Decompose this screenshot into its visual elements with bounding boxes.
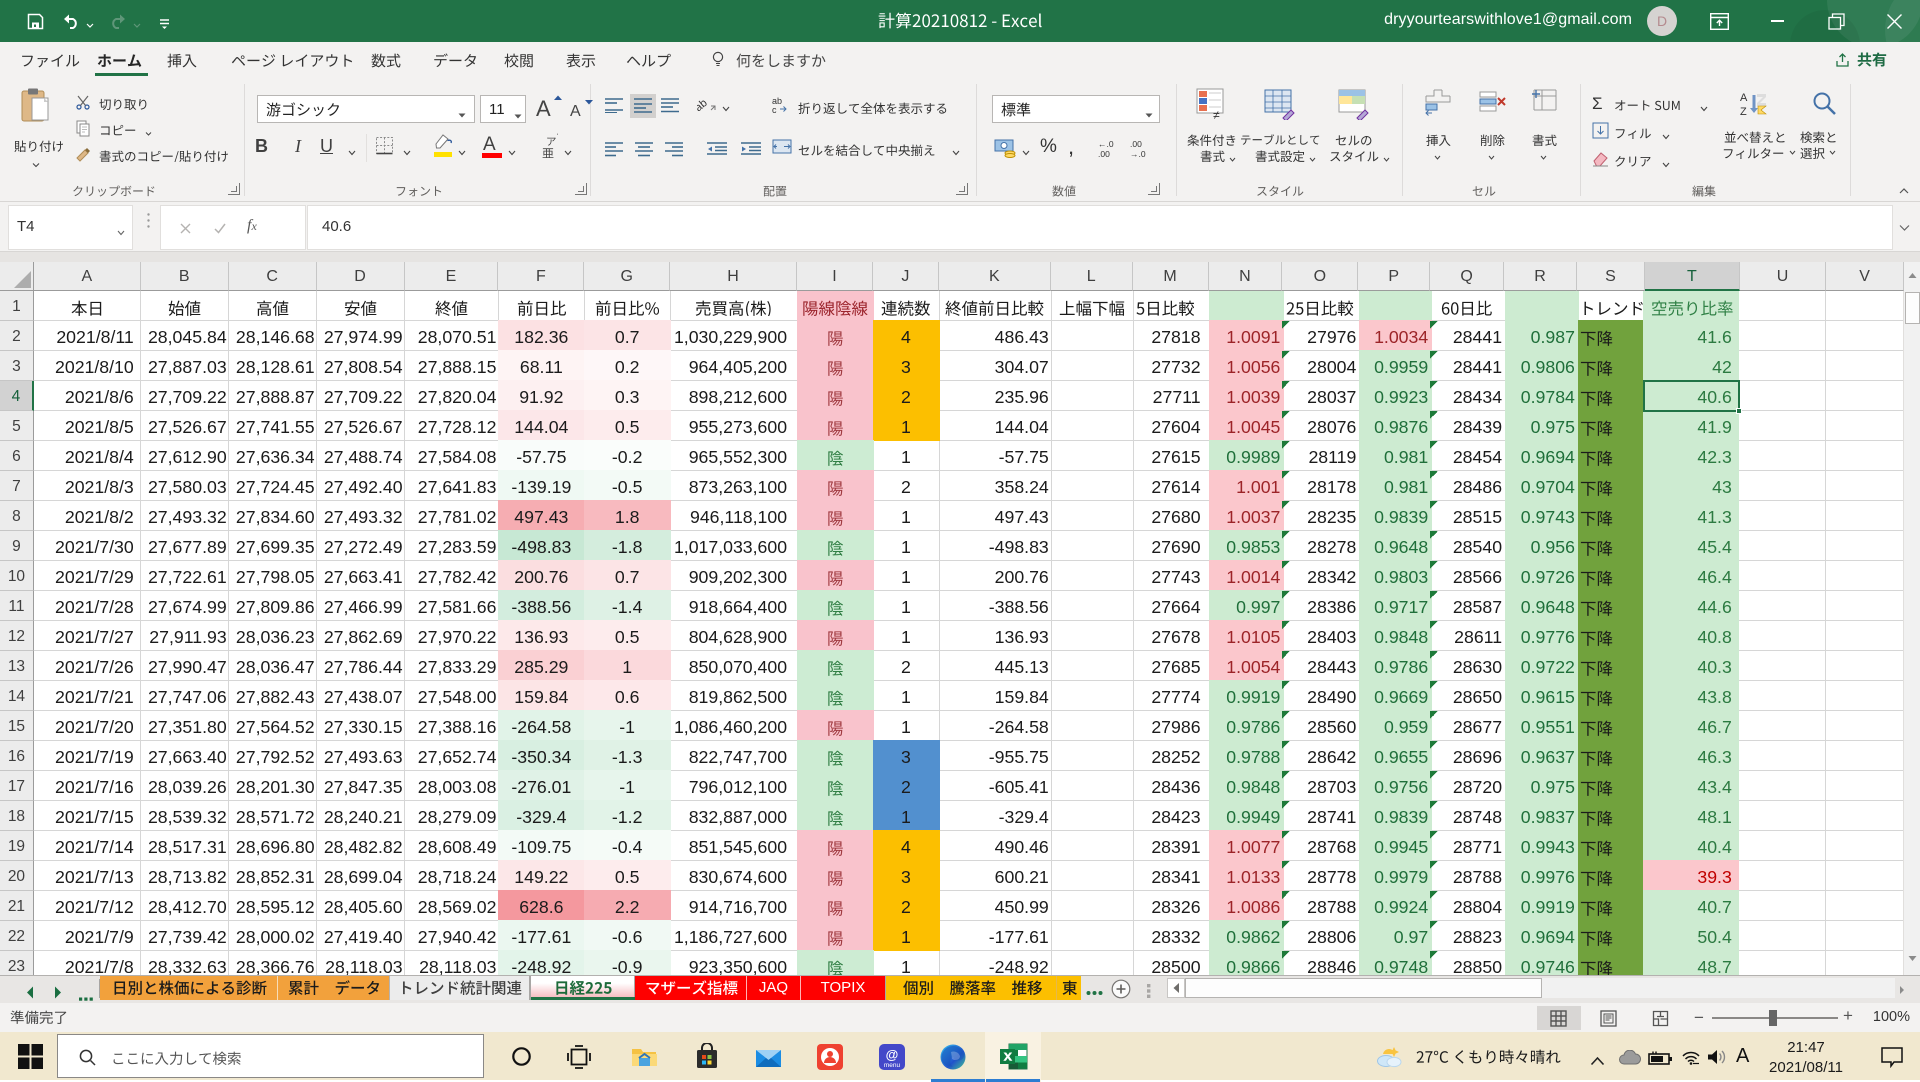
svg-text:ab: ab [697,97,710,114]
svg-text:menu: menu [884,1062,901,1069]
svg-text:.00: .00 [1130,139,1142,149]
svg-text:≠: ≠ [1213,108,1220,120]
svg-text:Z: Z [1740,106,1747,118]
svg-text:A: A [483,134,496,155]
svg-text:A: A [1740,92,1748,104]
svg-text:@: @ [886,1047,899,1062]
svg-text:A: A [570,103,581,120]
svg-text:←.0: ←.0 [1098,139,1114,149]
svg-text:A: A [536,96,551,120]
svg-text:→.0: →.0 [1130,149,1146,159]
svg-text:.00: .00 [1098,149,1110,159]
svg-text:c: c [772,105,777,114]
